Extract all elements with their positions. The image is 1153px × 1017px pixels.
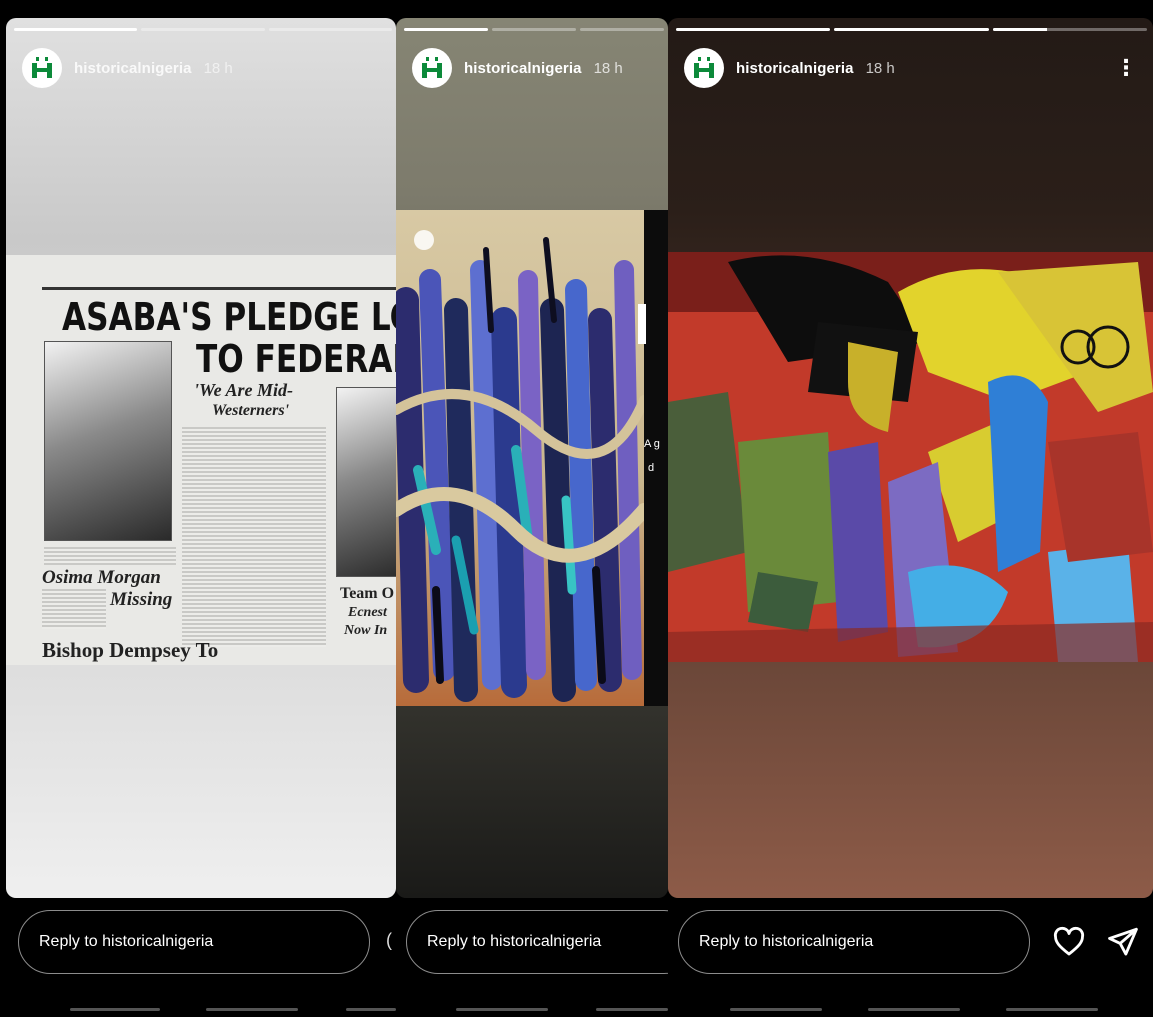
avatar[interactable] [412,48,452,88]
subhead-1: 'We Are Mid- [194,380,293,400]
nav-indicator [70,1008,160,1011]
story-panel-3: historicalnigeria 18 h ⋮ Reply to histor… [668,0,1153,1017]
story-progress [404,28,664,31]
story-title-1: Osima Morgan [42,567,161,588]
story-panel-2: A g d historicalnigeria 18 h Reply to hi… [396,0,668,1017]
reply-placeholder: Reply to historicalnigeria [699,933,874,950]
story-title-2: Missing [110,589,173,610]
story-view[interactable]: A g d [396,18,668,898]
story-title-3: Bishop Dempsey To [42,638,219,662]
headline-2: TO FEDERAL G [196,337,396,381]
timestamp: 18 h [865,59,895,77]
story-progress [676,28,1147,31]
timestamp: 18 h [203,59,233,77]
reply-input[interactable]: Reply to historicalnigeria [406,910,668,974]
blue-figures-painting [396,210,644,706]
avatar[interactable] [684,48,724,88]
overlay-text-1: A g [644,438,660,450]
nav-indicator [868,1008,960,1011]
next-image-edge: A g d [638,210,668,706]
story-header: historicalnigeria 18 h ⋮ [684,48,1141,88]
newspaper-photo-right [336,387,396,577]
username[interactable]: historicalnigeria [736,60,854,77]
username[interactable]: historicalnigeria [74,60,192,77]
hn-logo-icon [422,57,442,78]
nav-indicator [1006,1008,1098,1011]
story-panel-1: ASABA'S PLEDGE LOYA TO FEDERAL G 'We Are… [0,0,396,1017]
abstract-faces-painting [668,252,1153,662]
newspaper-photo-left [44,341,172,541]
reply-placeholder: Reply to historicalnigeria [39,933,214,950]
story-progress [14,28,392,31]
nav-indicator [346,1008,396,1011]
story-header: historicalnigeria 18 h [22,48,384,88]
story-header: historicalnigeria 18 h [412,48,656,88]
nav-indicator [730,1008,822,1011]
story-title-6: Now In [344,623,388,638]
nav-indicator [206,1008,298,1011]
username[interactable]: historicalnigeria [464,60,582,77]
hn-logo-icon [694,57,714,78]
story-title-5: Ecnest [348,605,387,620]
headline-1: ASABA'S PLEDGE LOYA [62,295,396,339]
send-icon[interactable] [1106,925,1140,959]
nav-indicator [596,1008,668,1011]
more-options-icon[interactable]: ⋮ [1115,57,1141,79]
nav-indicator [456,1008,548,1011]
reply-input[interactable]: Reply to historicalnigeria [678,910,1030,974]
hn-logo-icon [32,57,52,78]
timestamp: 18 h [593,59,623,77]
reply-placeholder: Reply to historicalnigeria [427,933,602,950]
story-title-4: Team O [340,585,395,602]
avatar[interactable] [22,48,62,88]
newspaper-clipping: ASABA'S PLEDGE LOYA TO FEDERAL G 'We Are… [6,255,396,665]
story-view[interactable]: ASABA'S PLEDGE LOYA TO FEDERAL G 'We Are… [6,18,396,898]
newspaper-text-columns [182,427,326,647]
story-view[interactable] [668,18,1153,898]
heart-icon-partial[interactable]: ( [386,930,392,951]
reply-input[interactable]: Reply to historicalnigeria [18,910,370,974]
overlay-text-2: d [648,462,655,474]
subhead-2: Westerners' [212,402,290,419]
heart-icon[interactable] [1052,925,1086,959]
